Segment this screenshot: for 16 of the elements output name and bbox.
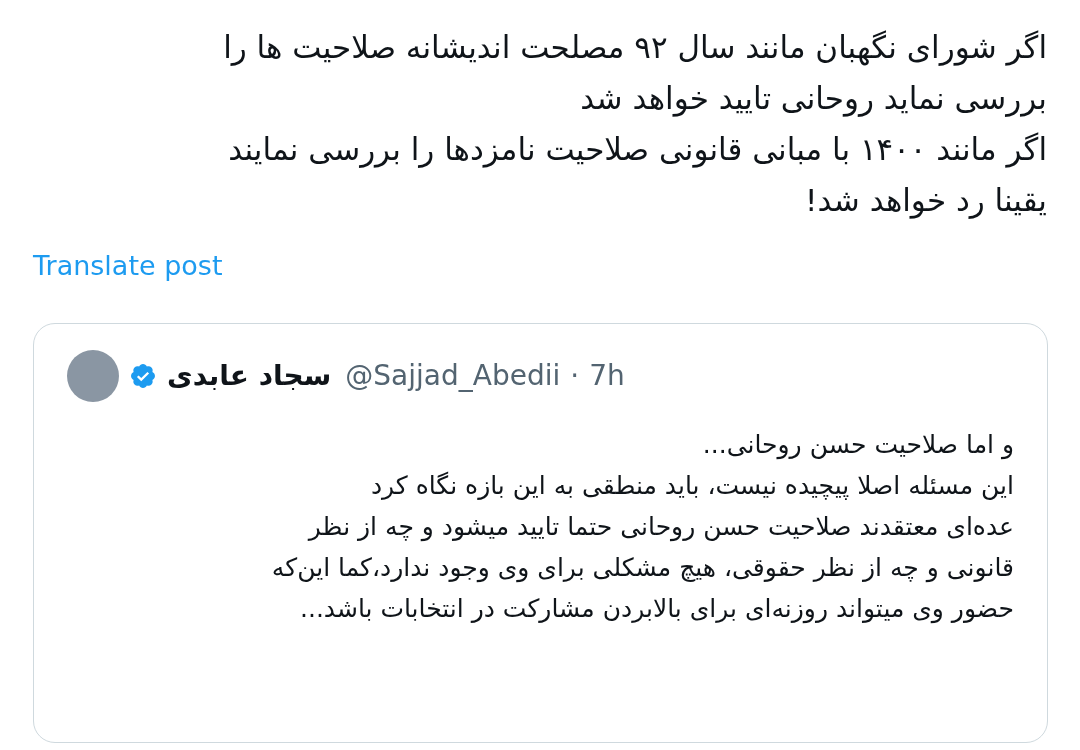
quoted-text-line: این مسئله اصلا پیچیده نیست، باید منطقی به این بازه نگاه کرد bbox=[370, 469, 1014, 502]
author-handle: @Sajjad_Abedii bbox=[345, 357, 561, 394]
author-name: سجاد عابدی bbox=[167, 357, 332, 394]
post-text-line: اگر مانند ۱۴۰۰ با مبانی قانونی صلاحیت نامزدها را بررسی نمایند bbox=[228, 130, 1047, 170]
quoted-text-line: و اما صلاحیت حسن روحانی... bbox=[702, 428, 1014, 462]
quoted-post-card[interactable] bbox=[33, 322, 1048, 743]
quoted-text-line: حضور وی میتواند روزنه‌ای برای بالابردن مشارکت در انتخابات باشد... bbox=[300, 592, 1014, 626]
post-text-line: یقینا رد خواهد شد! bbox=[805, 181, 1047, 221]
post-text-line: اگر شورای نگهبان مانند سال ۹۲ مصلحت اندیشانه صلاحیت ها را bbox=[223, 28, 1047, 68]
post-time: 7h bbox=[589, 357, 625, 394]
separator-dot: · bbox=[570, 357, 580, 394]
quoted-text-line: قانونی و چه از نظر حقوقی، هیچ مشکلی برای وی وجود ندارد،کما این‌که bbox=[271, 551, 1014, 585]
quoted-text-line: عده‌ای معتقدند صلاحیت حسن روحانی حتما تایید میشود و چه از نظر bbox=[308, 510, 1014, 544]
post-text-line: بررسی نماید روحانی تایید خواهد شد bbox=[580, 79, 1047, 119]
avatar-placeholder bbox=[67, 349, 119, 402]
translate-link[interactable]: Translate post bbox=[33, 250, 223, 281]
